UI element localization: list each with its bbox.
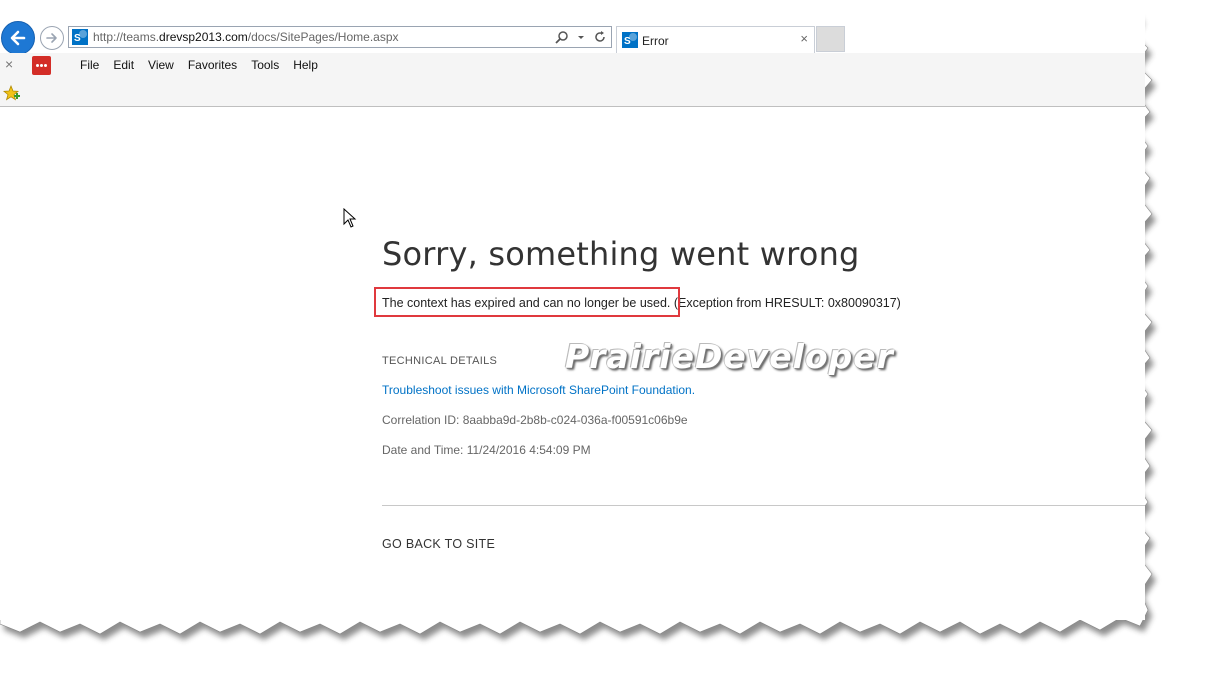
sharepoint-icon: S: [72, 29, 88, 45]
forward-button[interactable]: [40, 26, 64, 50]
technical-details-heading: TECHNICAL DETAILS: [382, 355, 498, 367]
menu-item-file[interactable]: File: [80, 58, 99, 72]
menu-item-help[interactable]: Help: [293, 58, 318, 72]
address-tools: [555, 29, 607, 45]
close-icon[interactable]: ×: [5, 56, 13, 72]
error-message-exception: (Exception from HRESULT: 0x80090317): [670, 296, 901, 310]
tab-error[interactable]: S Error ×: [616, 26, 815, 53]
troubleshoot-link[interactable]: Troubleshoot issues with Microsoft Share…: [382, 383, 695, 397]
search-icon[interactable]: [555, 30, 569, 44]
svg-text:S: S: [624, 36, 631, 47]
menu-item-tools[interactable]: Tools: [251, 58, 279, 72]
back-arrow-icon: [10, 30, 26, 46]
address-bar[interactable]: S http://teams.drevsp2013.com/docs/SiteP…: [68, 26, 612, 48]
highlight-box: [374, 287, 680, 317]
svg-text:S: S: [74, 33, 81, 44]
mouse-cursor-icon: [343, 208, 357, 228]
menu-item-edit[interactable]: Edit: [113, 58, 134, 72]
page-title: Sorry, something went wrong: [382, 235, 860, 273]
back-button[interactable]: [1, 21, 35, 55]
new-tab-button[interactable]: [816, 26, 845, 52]
page-content: Sorry, something went wrong The context …: [0, 107, 1145, 620]
menu-item-view[interactable]: View: [148, 58, 174, 72]
divider: [382, 505, 1145, 506]
refresh-icon[interactable]: [593, 30, 607, 44]
sharepoint-icon: S: [622, 32, 638, 48]
menu-items: File Edit View Favorites Tools Help: [80, 58, 332, 72]
date-time: Date and Time: 11/24/2016 4:54:09 PM: [382, 443, 591, 457]
go-back-link[interactable]: GO BACK TO SITE: [382, 537, 495, 551]
menu-item-favorites[interactable]: Favorites: [188, 58, 237, 72]
watermark: PrairieDeveloper: [565, 337, 894, 376]
dropdown-arrow-icon[interactable]: [577, 30, 585, 44]
tab-close-icon[interactable]: ×: [800, 31, 808, 46]
navigation-bar: S http://teams.drevsp2013.com/docs/SiteP…: [0, 0, 1145, 55]
browser-window: S http://teams.drevsp2013.com/docs/SiteP…: [0, 0, 1145, 620]
favorites-star-icon[interactable]: [3, 85, 21, 103]
correlation-id: Correlation ID: 8aabba9d-2b8b-c024-036a-…: [382, 413, 688, 427]
menu-bar: × File Edit View Favorites Tools Help: [0, 53, 1145, 107]
forward-arrow-icon: [46, 33, 57, 43]
lastpass-icon[interactable]: [32, 56, 51, 75]
url-text: http://teams.drevsp2013.com/docs/SitePag…: [93, 30, 399, 44]
tab-title: Error: [642, 34, 669, 48]
